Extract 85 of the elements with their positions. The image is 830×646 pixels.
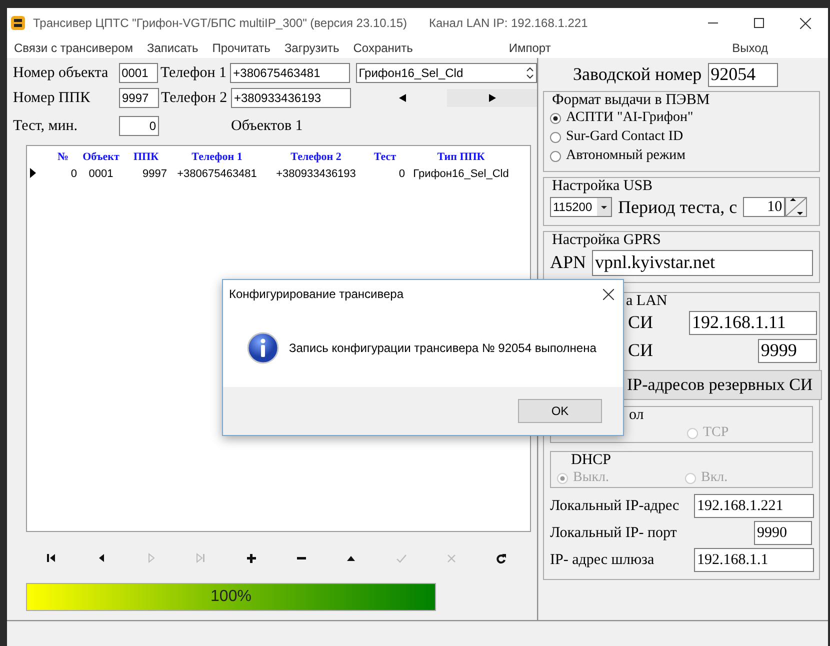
local-port-field[interactable]: 9990: [754, 521, 812, 546]
next-icon: [146, 553, 156, 564]
field-label: СИ: [628, 340, 654, 362]
phone-field[interactable]: +380675463481: [230, 63, 350, 84]
table-cell-text: +380675463481: [176, 168, 258, 180]
menu-item[interactable]: Импорт: [508, 40, 551, 55]
radio-button[interactable]: [550, 132, 561, 143]
menu-item[interactable]: Сохранить: [353, 40, 413, 55]
gateway-field[interactable]: 192.168.1.1: [694, 548, 814, 572]
field-label: Тест, мин.: [13, 118, 79, 135]
channel-label: Канал LAN IP: 192.168.1.221: [429, 16, 588, 30]
radio-label: Вкл.: [701, 470, 728, 486]
right-arrow-icon: [488, 94, 496, 102]
menu-item[interactable]: Связи с трансивером: [14, 40, 133, 55]
app-icon: [11, 16, 25, 30]
column-header: Телефон 2: [290, 151, 342, 164]
field-label: Телефон 2: [161, 90, 228, 107]
dropdown-icon: [597, 198, 611, 216]
serial-field[interactable]: 92054: [708, 62, 778, 87]
field-label: Период теста, с: [618, 196, 738, 218]
field-label: IP- адрес шлюза: [550, 552, 656, 569]
group-title: Формат выдачи в ПЭВМ: [550, 92, 712, 109]
test-field[interactable]: 0: [119, 116, 159, 136]
column-header: ППК: [132, 151, 160, 164]
menu-item[interactable]: Прочитать: [212, 40, 270, 55]
radio-button[interactable]: [550, 150, 561, 162]
radio-label: Автономный режим: [566, 148, 686, 164]
left-arrow-icon: [398, 94, 406, 102]
field-label: СИ: [628, 312, 654, 334]
window-title: Трансивер ЦПТС "Грифон-VGT/БПС multiIP_300" (версия 23.10.15): [33, 16, 408, 30]
object-field[interactable]: 0001: [118, 63, 158, 84]
type-field[interactable]: Грифон16_Sel_Cld: [356, 63, 537, 84]
info-icon: [247, 332, 279, 364]
cancel-icon: [446, 553, 456, 564]
ppk-field[interactable]: 9997: [119, 88, 159, 108]
table-cell-text: +380933436193: [275, 168, 357, 180]
dialog-message: Запись конфигурации трансивера № 92054 выполнена: [289, 340, 596, 354]
server-ip-field[interactable]: 192.168.1.11: [689, 310, 817, 335]
radio-button[interactable]: [550, 112, 561, 124]
table-cell-text: 0: [398, 168, 405, 180]
field-label: Локальный IP-адрес: [550, 498, 680, 515]
radio-label: АСПТИ "AI-Грифон": [566, 110, 694, 126]
group-title: Настройка USB: [550, 178, 655, 195]
table-cell-text: 0001: [88, 168, 114, 180]
radio-label: Sur-Gard Contact ID: [566, 129, 684, 146]
field-label: Заводской номер: [573, 64, 702, 86]
field-label: Телефон 1: [160, 64, 228, 82]
apn-field[interactable]: vpnl.kyivstar.net: [592, 250, 813, 276]
column-header: Телефон 1: [190, 151, 244, 164]
baud-combo[interactable]: 115200: [550, 197, 612, 218]
column-header: Тип ППК: [436, 151, 486, 164]
menu-item[interactable]: Выход: [732, 40, 768, 55]
field-label: APN: [550, 252, 586, 274]
field-label: Номер объекта: [13, 64, 110, 82]
spin-icon: [526, 66, 534, 80]
table-cell-text: 0: [70, 168, 77, 180]
radio-label: TCP: [703, 425, 729, 442]
close-icon: [602, 288, 614, 300]
ok-button[interactable]: OK: [518, 399, 602, 423]
menu-item[interactable]: Записать: [146, 40, 198, 55]
local-ip-field[interactable]: 192.168.1.221: [694, 494, 814, 518]
column-header: №: [56, 151, 70, 164]
dialog-title: Конфигурирование трансивера: [229, 287, 404, 301]
radio-label: Выкл.: [573, 470, 610, 486]
menu-item[interactable]: Загрузить: [284, 40, 340, 55]
server-port-field[interactable]: 9999: [758, 338, 817, 363]
progress-text: 100%: [210, 588, 252, 606]
table-cell-text: Грифон16_Sel_Cld: [412, 168, 510, 180]
spin-icon[interactable]: [785, 197, 808, 218]
column-header: Тест: [372, 151, 398, 164]
table-cell-text: 9997: [142, 168, 167, 180]
period-field[interactable]: 10: [743, 197, 786, 218]
object-count: Объектов 1: [231, 118, 303, 135]
maximize-icon: [754, 18, 764, 28]
refresh-icon: [496, 553, 506, 564]
insert-icon: [246, 553, 256, 564]
post-icon: [396, 553, 406, 564]
field-label: Локальный IP- порт: [550, 524, 678, 542]
last-icon: [196, 553, 206, 564]
field-label: Номер ППК: [13, 90, 92, 107]
close-icon: [800, 18, 810, 28]
phone-field[interactable]: +380933436193: [231, 88, 351, 108]
first-icon: [46, 553, 56, 564]
column-header: Объект: [82, 151, 120, 164]
group-title: Настройка GPRS: [550, 232, 663, 249]
